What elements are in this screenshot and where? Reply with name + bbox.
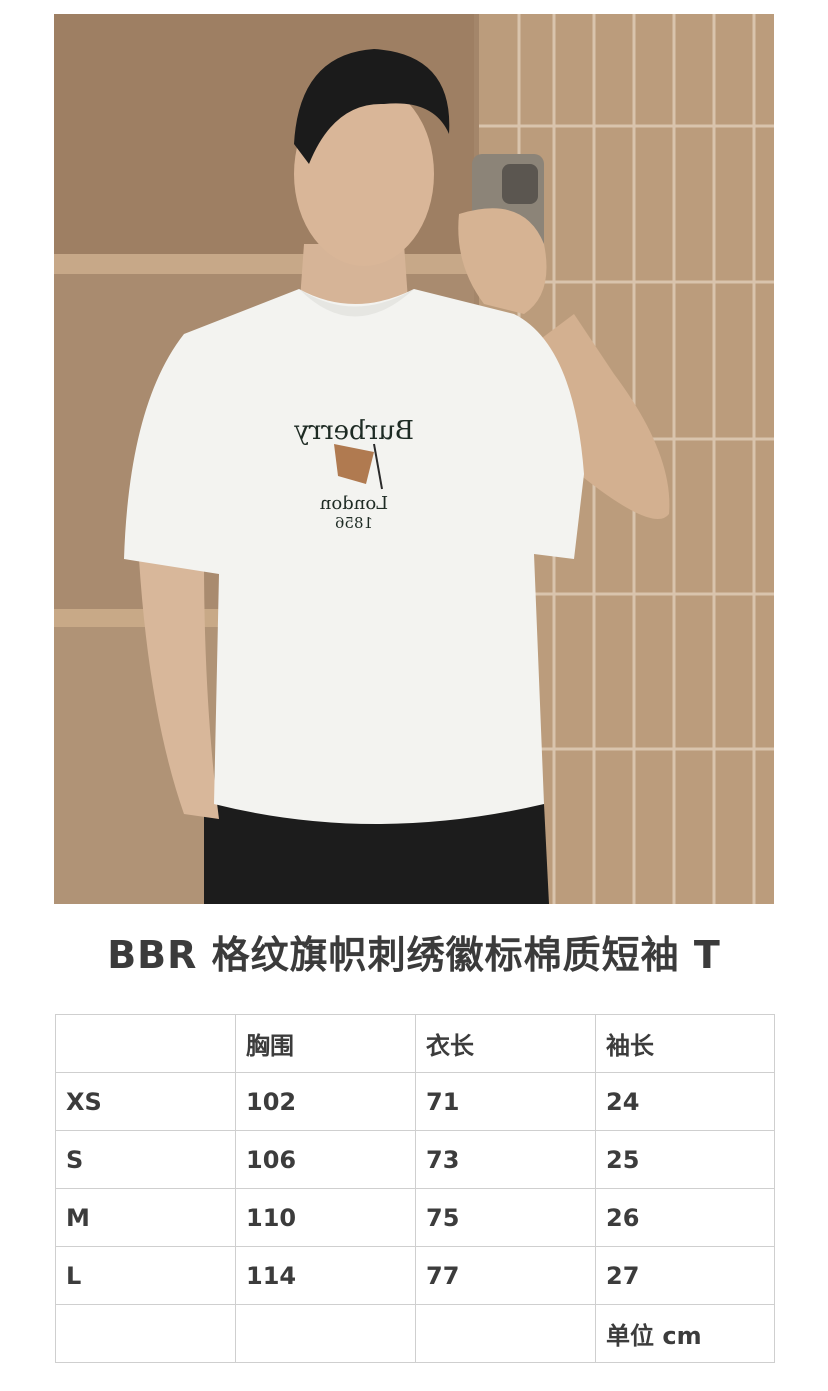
header-cell-sleeve: 袖长 [595, 1014, 775, 1073]
size-cell: L [55, 1246, 236, 1305]
svg-text:1856: 1856 [335, 514, 373, 532]
size-cell: S [55, 1130, 236, 1189]
footer-cell [55, 1304, 236, 1363]
sleeve-cell: 26 [595, 1188, 775, 1247]
sleeve-cell: 24 [595, 1072, 775, 1131]
length-cell: 71 [415, 1072, 596, 1131]
size-cell: M [55, 1188, 236, 1247]
length-cell: 75 [415, 1188, 596, 1247]
product-title: BBR 格纹旗帜刺绣徽标棉质短袖 T [107, 933, 721, 977]
table-row: L 114 77 27 [55, 1246, 775, 1305]
table-footer-row: 单位 cm [55, 1304, 775, 1363]
chest-cell: 114 [235, 1246, 416, 1305]
header-cell-length: 衣长 [415, 1014, 596, 1073]
model-mirror-selfie-image: Burberry London 1856 [54, 14, 774, 904]
table-row: S 106 73 25 [55, 1130, 775, 1189]
table-row: XS 102 71 24 [55, 1072, 775, 1131]
svg-text:London: London [319, 493, 388, 514]
sleeve-cell: 25 [595, 1130, 775, 1189]
product-photo: Burberry London 1856 [54, 14, 774, 904]
size-cell: XS [55, 1072, 236, 1131]
footer-cell [415, 1304, 596, 1363]
length-cell: 73 [415, 1130, 596, 1189]
footer-cell [235, 1304, 416, 1363]
table-row: M 110 75 26 [55, 1188, 775, 1247]
table-header-row: 胸围 衣长 袖长 [55, 1014, 775, 1073]
length-cell: 77 [415, 1246, 596, 1305]
size-chart-table: 胸围 衣长 袖长 XS 102 71 24 S 106 73 25 M 110 … [55, 1014, 775, 1363]
sleeve-cell: 27 [595, 1246, 775, 1305]
svg-text:Burberry: Burberry [294, 416, 414, 446]
chest-cell: 102 [235, 1072, 416, 1131]
unit-note: 单位 cm [595, 1304, 775, 1363]
chest-cell: 110 [235, 1188, 416, 1247]
header-cell-empty [55, 1014, 236, 1073]
chest-cell: 106 [235, 1130, 416, 1189]
header-cell-chest: 胸围 [235, 1014, 416, 1073]
